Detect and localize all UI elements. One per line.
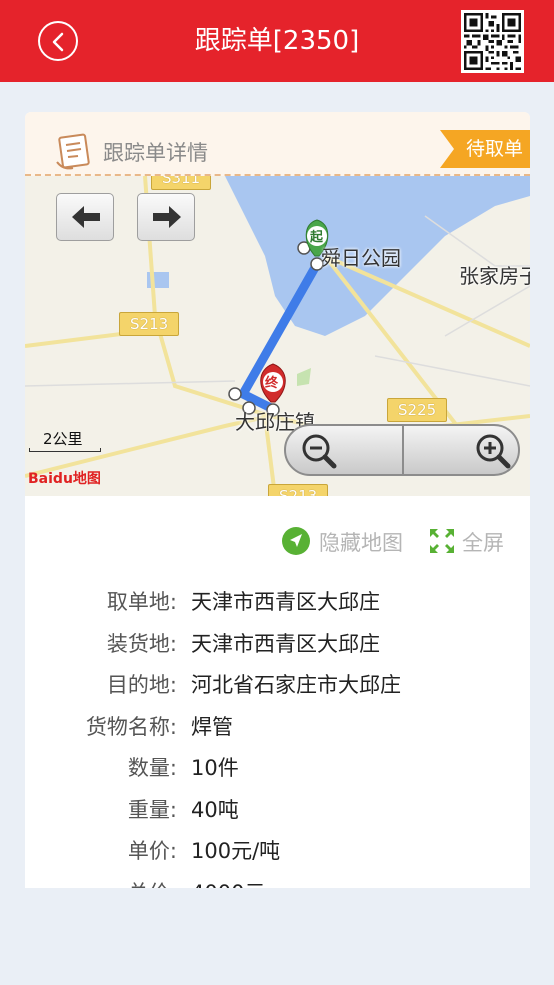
fullscreen-label: 全屏: [462, 531, 504, 555]
map-pan-left-button[interactable]: [56, 193, 114, 241]
road-badge: S225: [387, 398, 448, 422]
detail-row: 取单地: 天津市西青区大邱庄: [25, 582, 530, 624]
road-badge: S311: [151, 176, 212, 190]
detail-value: 4000元: [191, 877, 265, 889]
document-icon: [56, 133, 90, 170]
detail-value: 天津市西青区大邱庄: [191, 590, 380, 614]
detail-label: 货物名称:: [85, 714, 177, 739]
baidu-map-logo: Baidu地图: [28, 471, 101, 487]
hide-map-label: 隐藏地图: [319, 531, 403, 555]
detail-value: 焊管: [191, 714, 233, 739]
detail-value: 河北省石家庄市大邱庄: [191, 673, 401, 697]
detail-row: 重量: 40吨: [25, 790, 530, 832]
detail-value: 100元/吨: [191, 839, 281, 863]
end-marker-label: 终: [265, 376, 279, 391]
card-title: 跟踪单详情: [103, 141, 208, 165]
detail-label: 取单地:: [106, 590, 177, 614]
map-pan-right-button[interactable]: [137, 193, 195, 241]
zoom-out-icon: [302, 434, 337, 469]
fullscreen-icon: [430, 529, 454, 553]
qr-code-button[interactable]: [461, 10, 524, 73]
card-header: 跟踪单详情 待取单: [25, 112, 530, 176]
place-label: 舜日公园: [321, 246, 401, 270]
detail-row: 总价: 4000元: [25, 873, 530, 889]
road-badge: S213: [268, 484, 329, 496]
zoom-in-icon: [476, 434, 511, 469]
detail-label: 数量:: [127, 756, 177, 780]
location-arrow-icon: [282, 527, 310, 555]
detail-row: 单价: 100元/吨: [25, 831, 530, 873]
status-badge: 待取单: [440, 130, 530, 168]
map-scale-bar: [29, 448, 101, 452]
detail-value: 40吨: [191, 797, 239, 822]
road-badge: S213: [119, 312, 180, 336]
map-scale-text: 2公里: [43, 430, 83, 448]
route-map[interactable]: 起 终 S311 S213 S225 S213 舜日公园 张家房子 大邱庄镇 2…: [25, 176, 530, 496]
zoom-out-button[interactable]: [286, 426, 403, 474]
arrow-left-icon: [72, 206, 100, 228]
detail-label: 重量:: [127, 797, 177, 822]
detail-label: 目的地:: [106, 673, 177, 697]
detail-row: 数量: 10件: [25, 748, 530, 790]
tracking-detail-card: 跟踪单详情 待取单 起 终 S311 S213 S225 S213 舜日公园 张…: [25, 112, 530, 888]
map-zoom-control: [284, 424, 520, 476]
detail-label: 单价:: [127, 839, 177, 863]
place-label: 张家房子: [459, 264, 530, 288]
detail-row: 目的地: 河北省石家庄市大邱庄: [25, 665, 530, 707]
detail-list: 取单地: 天津市西青区大邱庄 装货地: 天津市西青区大邱庄 目的地: 河北省石家…: [25, 582, 530, 888]
qr-code-icon: [464, 13, 521, 70]
arrow-right-icon: [153, 206, 181, 228]
app-header: 跟踪单[2350]: [0, 0, 554, 82]
detail-row: 装货地: 天津市西青区大邱庄: [25, 624, 530, 666]
detail-value: 天津市西青区大邱庄: [191, 631, 380, 656]
detail-label: 装货地:: [106, 631, 177, 656]
detail-label: 总价:: [128, 877, 177, 889]
zoom-in-button[interactable]: [404, 426, 521, 474]
map-scale: 2公里: [29, 428, 101, 452]
detail-row: 货物名称: 焊管: [25, 707, 530, 749]
detail-value: 10件: [191, 756, 239, 780]
